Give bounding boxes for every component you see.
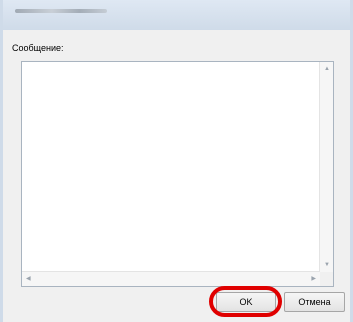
scroll-up-arrow-icon[interactable]: ▲	[324, 66, 330, 72]
horizontal-scrollbar[interactable]: ◀ ▶	[22, 271, 320, 286]
scrollbar-corner	[320, 272, 333, 286]
cancel-button[interactable]: Отмена	[284, 292, 345, 312]
dialog-body: Сообщение: ▲ ▼ ◀ ▶ OK Отмена	[6, 30, 347, 317]
message-label: Сообщение:	[12, 43, 64, 53]
scroll-right-arrow-icon[interactable]: ▶	[311, 276, 316, 282]
ok-button[interactable]: OK	[216, 292, 276, 312]
scroll-down-arrow-icon[interactable]: ▼	[324, 262, 330, 268]
dialog-window: Сообщение: ▲ ▼ ◀ ▶ OK Отмена	[0, 0, 353, 322]
title-bar[interactable]	[3, 0, 350, 30]
message-textarea[interactable]: ▲ ▼ ◀ ▶	[21, 61, 334, 287]
window-title	[15, 9, 107, 13]
scroll-left-arrow-icon[interactable]: ◀	[26, 276, 31, 282]
vertical-scrollbar[interactable]: ▲ ▼	[319, 62, 333, 272]
